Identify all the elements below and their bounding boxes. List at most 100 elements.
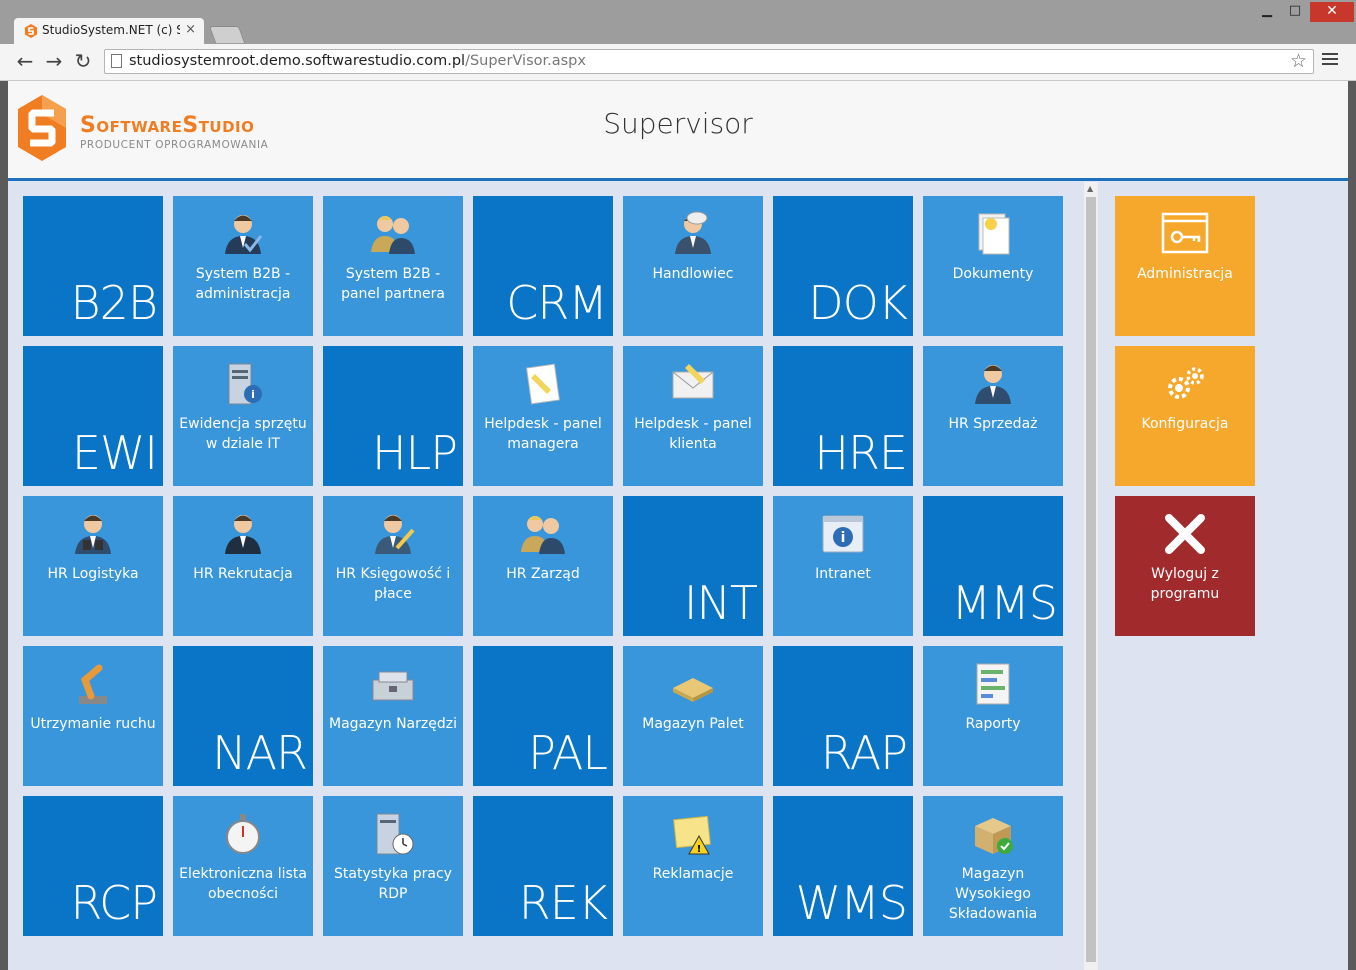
salesman-icon bbox=[675, 211, 711, 254]
tile-int[interactable]: INT bbox=[623, 496, 763, 636]
recruiter-icon bbox=[225, 515, 261, 554]
mail-icon bbox=[672, 364, 714, 399]
gears-icon bbox=[1168, 367, 1204, 399]
tile-module[interactable]: HR Księgowość i płace bbox=[323, 496, 463, 636]
tile-ewi[interactable]: EWI bbox=[23, 346, 163, 486]
close-x-icon bbox=[1165, 514, 1205, 554]
tile-module[interactable]: System B2B - administracja bbox=[173, 196, 313, 336]
tile-label: System B2B - administracja bbox=[195, 266, 291, 302]
tile-label: HR Logistyka bbox=[47, 566, 139, 582]
tile-module[interactable]: System B2B - panel partnera bbox=[323, 196, 463, 336]
reload-button[interactable]: ↻ bbox=[72, 50, 94, 72]
tile-module[interactable]: Elektroniczna lista obecności bbox=[173, 796, 313, 936]
minimize-button[interactable]: ▁ bbox=[1254, 2, 1280, 22]
tile-nar[interactable]: NAR bbox=[173, 646, 313, 786]
address-bar[interactable]: studiosystemroot.demo.softwarestudio.com… bbox=[104, 49, 1314, 74]
tile-label: System B2B - panel partnera bbox=[341, 266, 445, 302]
tile-code: WMS bbox=[795, 876, 908, 930]
tile-module[interactable]: Handlowiec bbox=[623, 196, 763, 336]
user-icon bbox=[975, 365, 1011, 404]
tile-module[interactable]: HR Sprzedaż bbox=[923, 346, 1063, 486]
scroll-up-icon[interactable]: ▲ bbox=[1087, 184, 1093, 193]
tab-title: StudioSystem.NET (c) Soft bbox=[42, 23, 180, 37]
module-tiles: B2B System B2B - administracja System B2B … bbox=[23, 196, 1073, 946]
tile-module[interactable]: i Ewidencja sprzętu w dziale IT bbox=[173, 346, 313, 486]
tile-module[interactable]: HR Logistyka bbox=[23, 496, 163, 636]
tile-label: Statystyka pracy RDP bbox=[334, 866, 452, 902]
konfiguracja-tile[interactable]: Konfiguracja bbox=[1115, 346, 1255, 486]
tile-module[interactable]: Magazyn Wysokiego Składowania bbox=[923, 796, 1063, 936]
close-window-button[interactable]: ✕ bbox=[1310, 2, 1354, 22]
new-tab-button[interactable] bbox=[208, 26, 246, 43]
binoculars-user-icon bbox=[75, 515, 111, 554]
forward-button[interactable]: → bbox=[43, 50, 65, 72]
tile-module[interactable]: Helpdesk - panel managera bbox=[473, 346, 613, 486]
admin-window-key-icon bbox=[1161, 212, 1209, 254]
tile-code: CRM bbox=[506, 276, 608, 330]
page-title: Supervisor bbox=[603, 107, 753, 140]
tile-pal[interactable]: PAL bbox=[473, 646, 613, 786]
tile-code: DOK bbox=[808, 276, 908, 330]
back-button[interactable]: ← bbox=[14, 50, 36, 72]
tile-b2b[interactable]: B2B bbox=[23, 196, 163, 336]
accountant-icon bbox=[375, 515, 415, 554]
favicon-icon bbox=[25, 24, 37, 38]
tile-module[interactable]: ! Reklamacje bbox=[623, 796, 763, 936]
tile-crm[interactable]: CRM bbox=[473, 196, 613, 336]
users-icon bbox=[371, 216, 415, 254]
stopwatch-icon bbox=[226, 814, 260, 854]
tile-code: REK bbox=[518, 876, 608, 930]
tile-module[interactable]: HR Rekrutacja bbox=[173, 496, 313, 636]
tile-code: RCP bbox=[70, 876, 158, 930]
tile-label: Ewidencja sprzętu w dziale IT bbox=[179, 416, 307, 452]
administracja-tile[interactable]: Administracja bbox=[1115, 196, 1255, 336]
logo-subtitle: PRODUCENT OPROGRAMOWANIA bbox=[80, 139, 269, 151]
scrollbar[interactable]: ▲ bbox=[1084, 182, 1098, 970]
tile-dok[interactable]: DOK bbox=[773, 196, 913, 336]
server-clock-icon bbox=[376, 813, 414, 855]
tile-module[interactable]: Magazyn Palet bbox=[623, 646, 763, 786]
tile-label: Wyloguj z programu bbox=[1150, 566, 1220, 602]
tile-label: Raporty bbox=[965, 716, 1021, 732]
tile-module[interactable]: i Intranet bbox=[773, 496, 913, 636]
tile-label: HR Księgowość i płace bbox=[335, 566, 451, 602]
warning-note-icon: ! bbox=[673, 815, 711, 855]
robot-arm-icon bbox=[79, 664, 107, 704]
page-icon bbox=[111, 54, 122, 68]
tile-module[interactable]: Magazyn Narzędzi bbox=[323, 646, 463, 786]
tile-rek[interactable]: REK bbox=[473, 796, 613, 936]
browser-toolbar: ← → ↻ studiosystemroot.demo.softwarestud… bbox=[0, 44, 1356, 81]
tile-hlp[interactable]: HLP bbox=[323, 346, 463, 486]
svg-text:i: i bbox=[841, 530, 846, 546]
tile-code: NAR bbox=[212, 726, 308, 780]
tile-module[interactable]: Dokumenty bbox=[923, 196, 1063, 336]
bookmark-star-icon[interactable]: ☆ bbox=[1290, 50, 1307, 72]
tile-hre[interactable]: HRE bbox=[773, 346, 913, 486]
tile-label: Utrzymanie ruchu bbox=[30, 716, 156, 732]
pallet-icon bbox=[673, 678, 713, 702]
tile-module[interactable]: HR Zarząd bbox=[473, 496, 613, 636]
tile-mms[interactable]: MMS bbox=[923, 496, 1063, 636]
menu-icon[interactable] bbox=[1322, 53, 1338, 69]
scroll-thumb[interactable] bbox=[1086, 197, 1096, 962]
maximize-button[interactable]: □ bbox=[1282, 2, 1308, 22]
tile-code: HLP bbox=[372, 426, 458, 480]
browser-tab[interactable]: StudioSystem.NET (c) Soft × bbox=[14, 18, 204, 44]
tile-module[interactable]: Statystyka pracy RDP bbox=[323, 796, 463, 936]
tile-module[interactable]: Raporty bbox=[923, 646, 1063, 786]
page: SoftwareStudio PRODUCENT OPROGRAMOWANIA … bbox=[8, 81, 1348, 970]
tile-module[interactable]: Helpdesk - panel klienta bbox=[623, 346, 763, 486]
tile-label: HR Sprzedaż bbox=[948, 416, 1038, 432]
tile-wms[interactable]: WMS bbox=[773, 796, 913, 936]
tile-label: Konfiguracja bbox=[1141, 416, 1229, 432]
tile-code: PAL bbox=[528, 726, 608, 780]
tile-rap[interactable]: RAP bbox=[773, 646, 913, 786]
tile-label: Helpdesk - panel klienta bbox=[634, 416, 752, 452]
admin-user-icon bbox=[225, 215, 263, 254]
tile-code: EWI bbox=[71, 426, 158, 480]
logout-tile[interactable]: Wyloguj z programu bbox=[1115, 496, 1255, 636]
board-icon bbox=[521, 516, 565, 554]
tab-close-icon[interactable]: × bbox=[185, 22, 196, 37]
tile-rcp[interactable]: RCP bbox=[23, 796, 163, 936]
tile-module[interactable]: Utrzymanie ruchu bbox=[23, 646, 163, 786]
